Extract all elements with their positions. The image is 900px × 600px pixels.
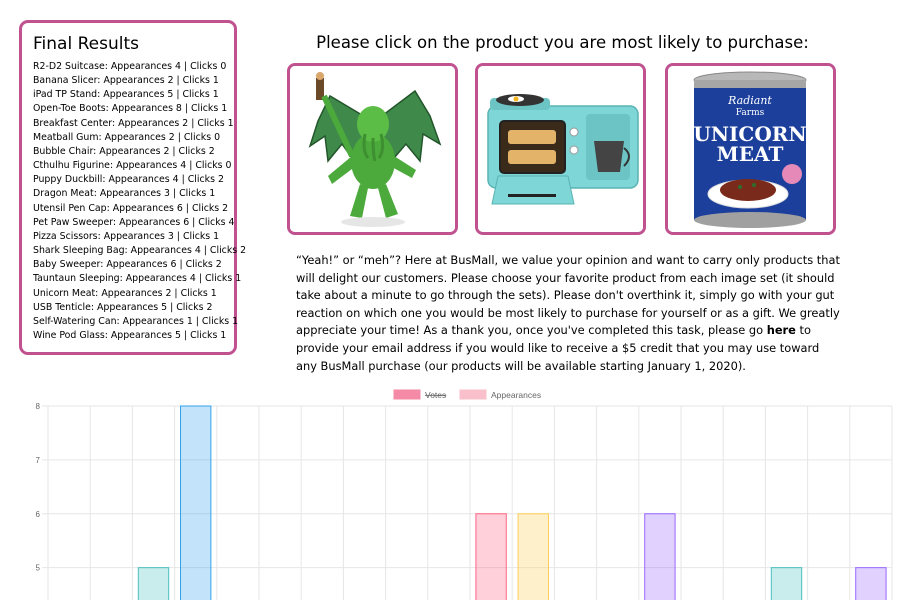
y-tick-label: 6 [36, 510, 41, 519]
result-item: Pizza Scissors: Appearances 3 | Clicks 1 [33, 230, 220, 242]
result-item: Breakfast Center: Appearances 2 | Clicks… [33, 117, 234, 129]
can-brand-bottom: Farms [736, 108, 765, 118]
bar-appearances [180, 405, 212, 600]
purchase-prompt: Please click on the product you are most… [316, 33, 809, 52]
result-item: R2-D2 Suitcase: Appearances 4 | Clicks 0 [33, 61, 227, 72]
breakfast-center-image [478, 66, 643, 232]
intro-description: “Yeah!” or “meh”? Here at BusMall, we va… [296, 252, 841, 375]
cthulhu-figurine-image [290, 66, 455, 232]
legend-swatch [393, 389, 421, 400]
result-item: Dragon Meat: Appearances 3 | Clicks 1 [33, 188, 216, 200]
result-item: Wine Pod Glass: Appearances 5 | Clicks 1 [33, 329, 227, 341]
legend-label[interactable]: Votes [425, 390, 446, 400]
result-item: Open-Toe Boots: Appearances 8 | Clicks 1 [33, 103, 228, 115]
bar-appearances [517, 513, 549, 600]
legend-swatch [459, 389, 487, 400]
result-item: Pet Paw Sweeper: Appearances 6 | Clicks … [33, 216, 235, 228]
product-image-2[interactable] [475, 63, 646, 235]
result-item: Unicorn Meat: Appearances 2 | Clicks 1 [33, 287, 217, 299]
result-item: Tauntaun Sleeping: Appearances 4 | Click… [33, 273, 242, 285]
bar-chart: 45678VotesAppearances [36, 389, 893, 600]
results-chart: 45678VotesAppearances [0, 385, 900, 600]
final-results-panel: Final Results R2-D2 Suitcase: Appearance… [19, 20, 247, 355]
result-item: Baby Sweeper: Appearances 6 | Clicks 2 [33, 259, 222, 271]
results-title: Final Results [33, 34, 139, 54]
unicorn-meat-image: Radiant Farms UNICORN MEAT [668, 66, 833, 232]
result-item: Self-Watering Can: Appearances 1 | Click… [33, 315, 239, 327]
bar-appearances [475, 513, 507, 600]
y-tick-label: 5 [36, 564, 41, 573]
email-link[interactable]: here [767, 323, 796, 337]
bar-appearances [644, 513, 676, 600]
bar-appearances [137, 567, 170, 600]
result-item: iPad TP Stand: Appearances 5 | Clicks 1 [33, 89, 219, 101]
bar-appearances [770, 567, 803, 600]
result-item: Meatball Gum: Appearances 2 | Clicks 0 [33, 131, 221, 143]
description-text-1: “Yeah!” or “meh”? Here at BusMall, we va… [296, 253, 840, 338]
result-item: USB Tenticle: Appearances 5 | Clicks 2 [33, 301, 213, 313]
y-tick-label: 7 [36, 456, 41, 465]
result-item: Shark Sleeping Bag: Appearances 4 | Clic… [33, 245, 247, 257]
y-tick-label: 8 [36, 402, 41, 411]
result-item: Banana Slicer: Appearances 2 | Clicks 1 [33, 75, 219, 87]
legend-label[interactable]: Appearances [491, 390, 541, 400]
can-brand-top: Radiant [727, 94, 772, 107]
product-image-3[interactable]: Radiant Farms UNICORN MEAT [665, 63, 836, 235]
bar-appearances [855, 567, 887, 600]
can-line-2: MEAT [717, 142, 784, 166]
product-image-1[interactable] [287, 63, 458, 235]
result-item: Puppy Duckbill: Appearances 4 | Clicks 2 [33, 174, 224, 186]
result-item: Bubble Chair: Appearances 2 | Clicks 2 [33, 145, 215, 157]
result-item: Utensil Pen Cap: Appearances 6 | Clicks … [33, 202, 229, 214]
result-item: Cthulhu Figurine: Appearances 4 | Clicks… [33, 160, 232, 172]
results-list: R2-D2 Suitcase: Appearances 4 | Clicks 0… [33, 60, 247, 343]
